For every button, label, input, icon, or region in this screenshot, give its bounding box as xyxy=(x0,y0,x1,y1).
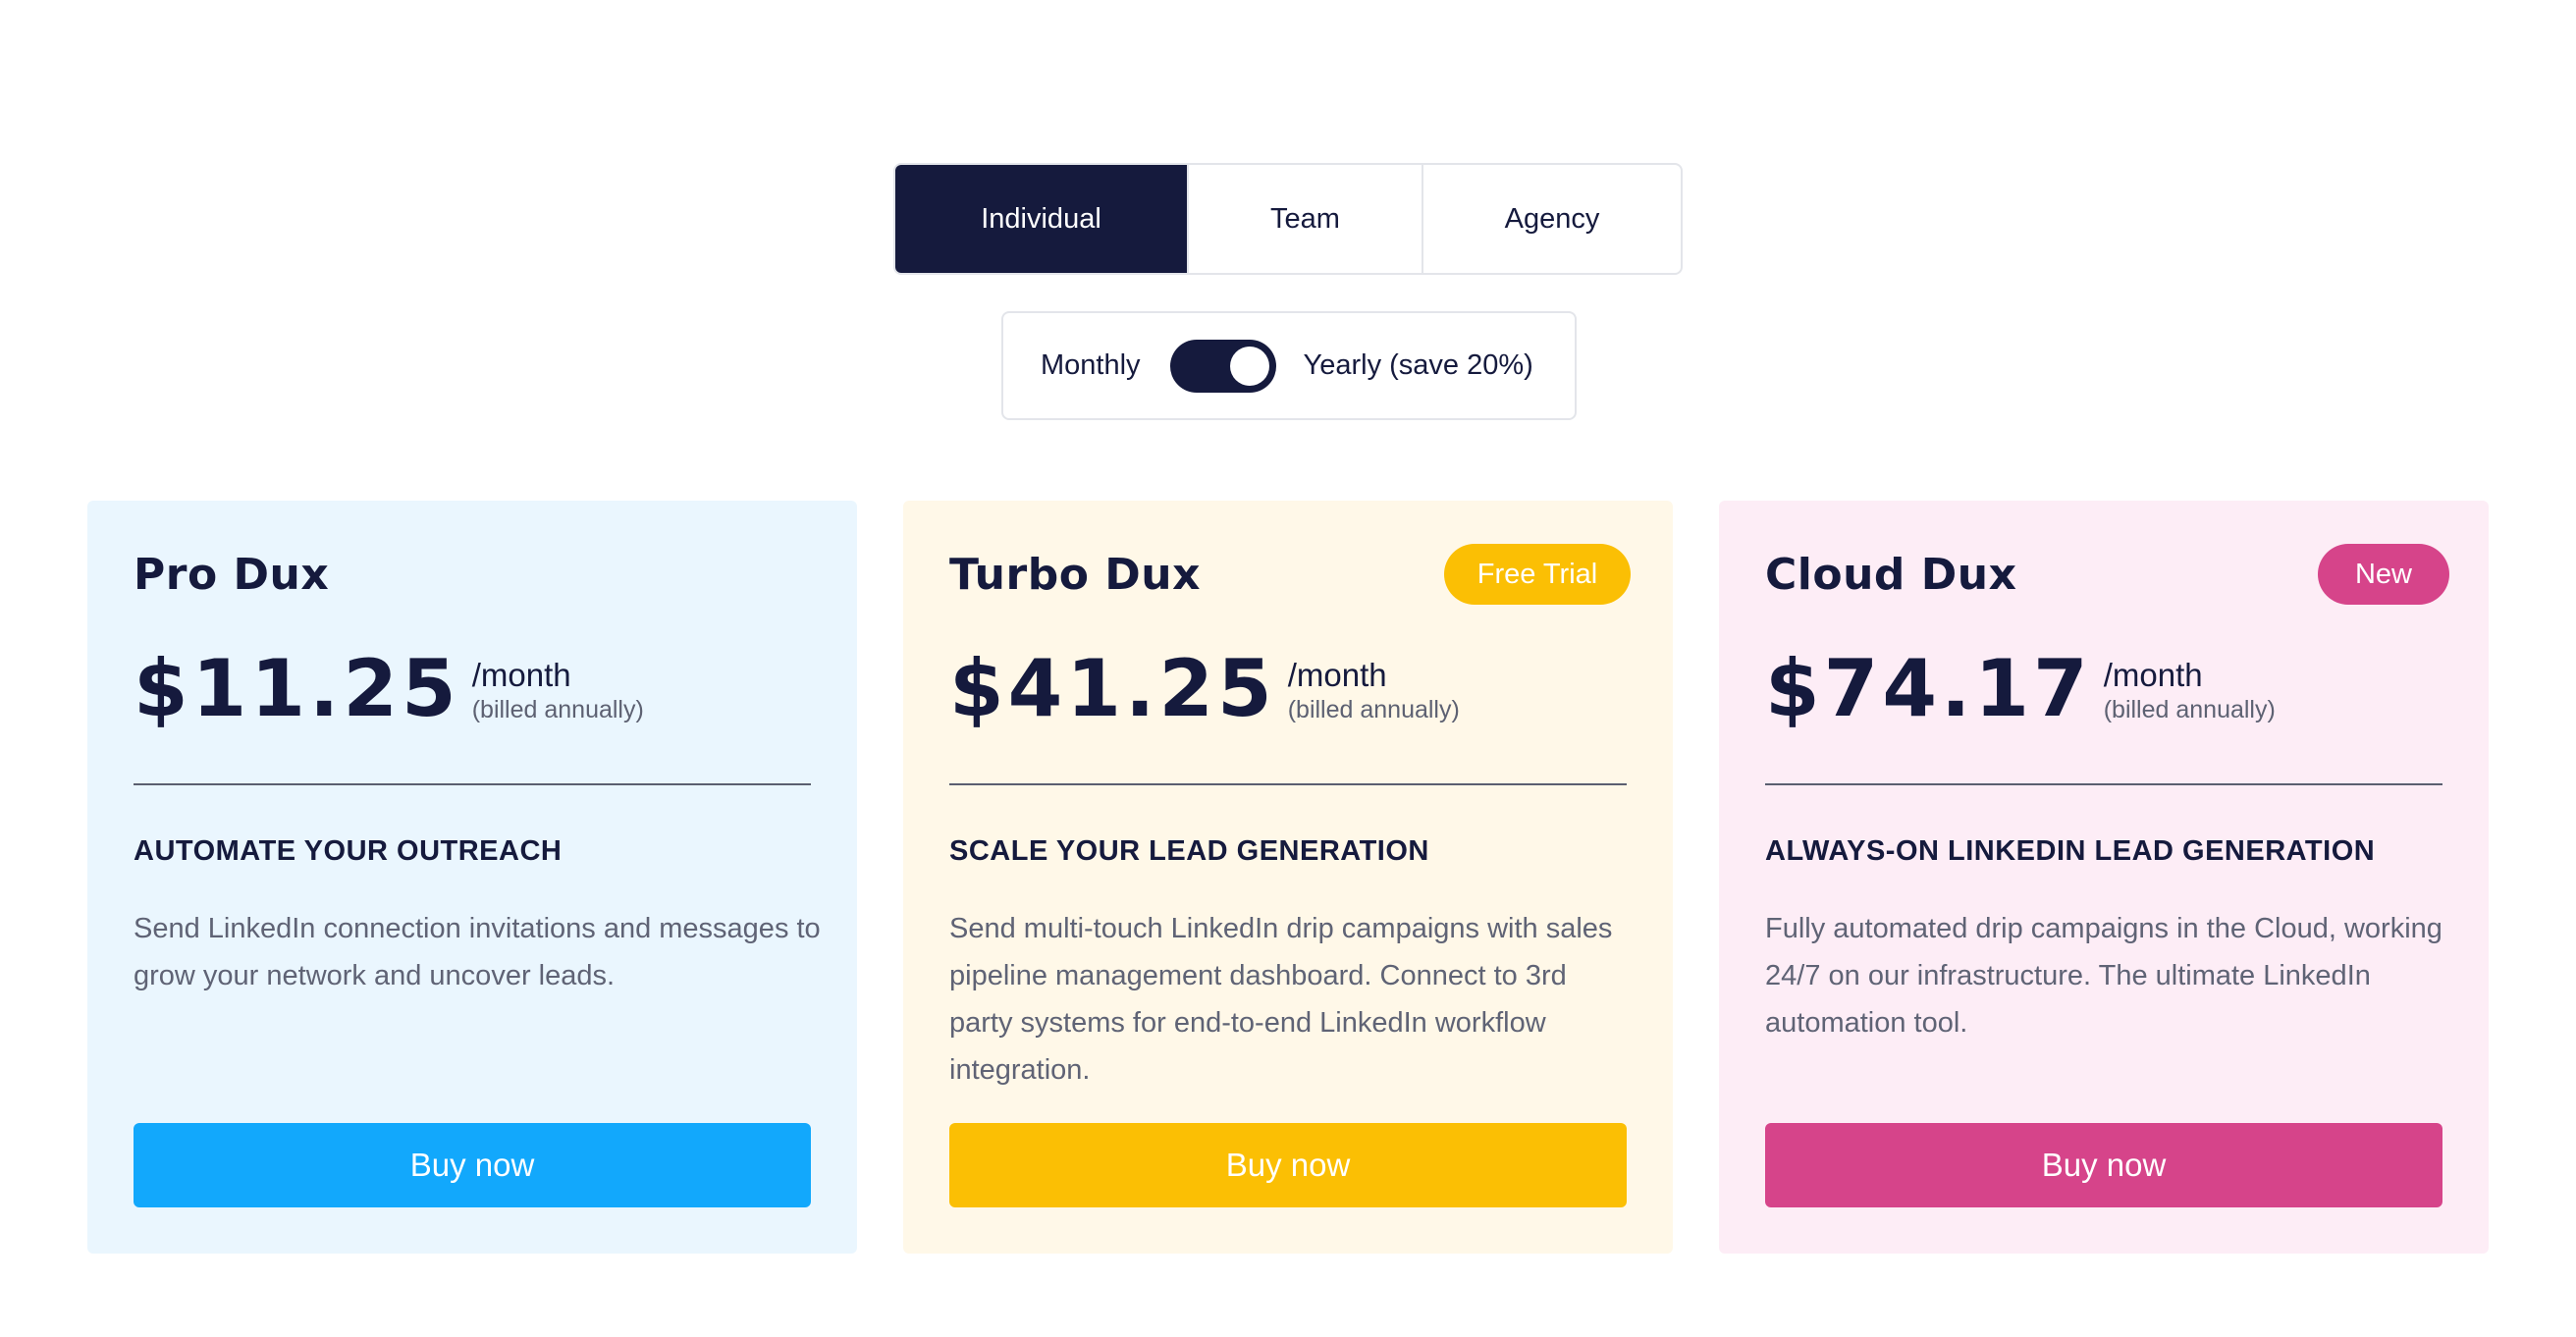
buy-now-button-pro-dux[interactable]: Buy now xyxy=(134,1123,811,1207)
price-period: /month xyxy=(1287,657,1387,693)
price-meta: /month (billed annually) xyxy=(471,657,644,724)
price-meta: /month (billed annually) xyxy=(2103,657,2276,724)
billing-switch[interactable] xyxy=(1169,339,1276,393)
plan-title: Cloud Dux xyxy=(1765,550,2017,600)
price-row: $74.17 /month (billed annually) xyxy=(1765,650,2276,728)
billing-monthly-label[interactable]: Monthly xyxy=(1041,349,1141,382)
free-trial-badge: Free Trial xyxy=(1444,544,1631,605)
tab-agency[interactable]: Agency xyxy=(1422,165,1681,273)
buy-now-button-turbo-dux[interactable]: Buy now xyxy=(949,1123,1627,1207)
price-period: /month xyxy=(471,657,571,693)
tab-team[interactable]: Team xyxy=(1187,165,1422,273)
switch-knob xyxy=(1229,346,1269,386)
plan-card-pro-dux: Pro Dux $11.25 /month (billed annually) … xyxy=(87,501,857,1254)
buy-now-button-cloud-dux[interactable]: Buy now xyxy=(1765,1123,2442,1207)
plan-title: Turbo Dux xyxy=(949,550,1201,600)
divider xyxy=(949,783,1627,785)
divider xyxy=(1765,783,2442,785)
tab-individual[interactable]: Individual xyxy=(895,165,1187,273)
plan-card-cloud-dux: Cloud Dux New $74.17 /month (billed annu… xyxy=(1719,501,2489,1254)
new-badge: New xyxy=(2318,544,2449,605)
plan-price: $11.25 xyxy=(134,643,460,734)
plan-heading: AUTOMATE YOUR OUTREACH xyxy=(134,835,563,867)
plan-title: Pro Dux xyxy=(134,550,330,600)
plan-card-turbo-dux: Turbo Dux Free Trial $41.25 /month (bill… xyxy=(903,501,1673,1254)
plan-heading: ALWAYS-ON LINKEDIN LEAD GENERATION xyxy=(1765,835,2376,867)
divider xyxy=(134,783,811,785)
plan-price: $41.25 xyxy=(949,643,1276,734)
price-row: $41.25 /month (billed annually) xyxy=(949,650,1460,728)
plan-price: $74.17 xyxy=(1765,643,2092,734)
billing-yearly-label[interactable]: Yearly (save 20%) xyxy=(1304,349,1533,382)
price-row: $11.25 /month (billed annually) xyxy=(134,650,644,728)
billing-note: (billed annually) xyxy=(2103,696,2276,724)
billing-period-toggle: Monthly Yearly (save 20%) xyxy=(1001,311,1577,420)
plan-description: Fully automated drip campaigns in the Cl… xyxy=(1765,913,2442,1039)
billing-note: (billed annually) xyxy=(471,696,644,724)
plan-type-tabs: Individual Team Agency xyxy=(893,163,1683,275)
price-period: /month xyxy=(2103,657,2203,693)
plan-heading: SCALE YOUR LEAD GENERATION xyxy=(949,835,1429,867)
price-meta: /month (billed annually) xyxy=(1287,657,1460,724)
plan-description: Send multi-touch LinkedIn drip campaigns… xyxy=(949,913,1613,1086)
plan-description: Send LinkedIn connection invitations and… xyxy=(134,913,821,991)
billing-note: (billed annually) xyxy=(1287,696,1460,724)
